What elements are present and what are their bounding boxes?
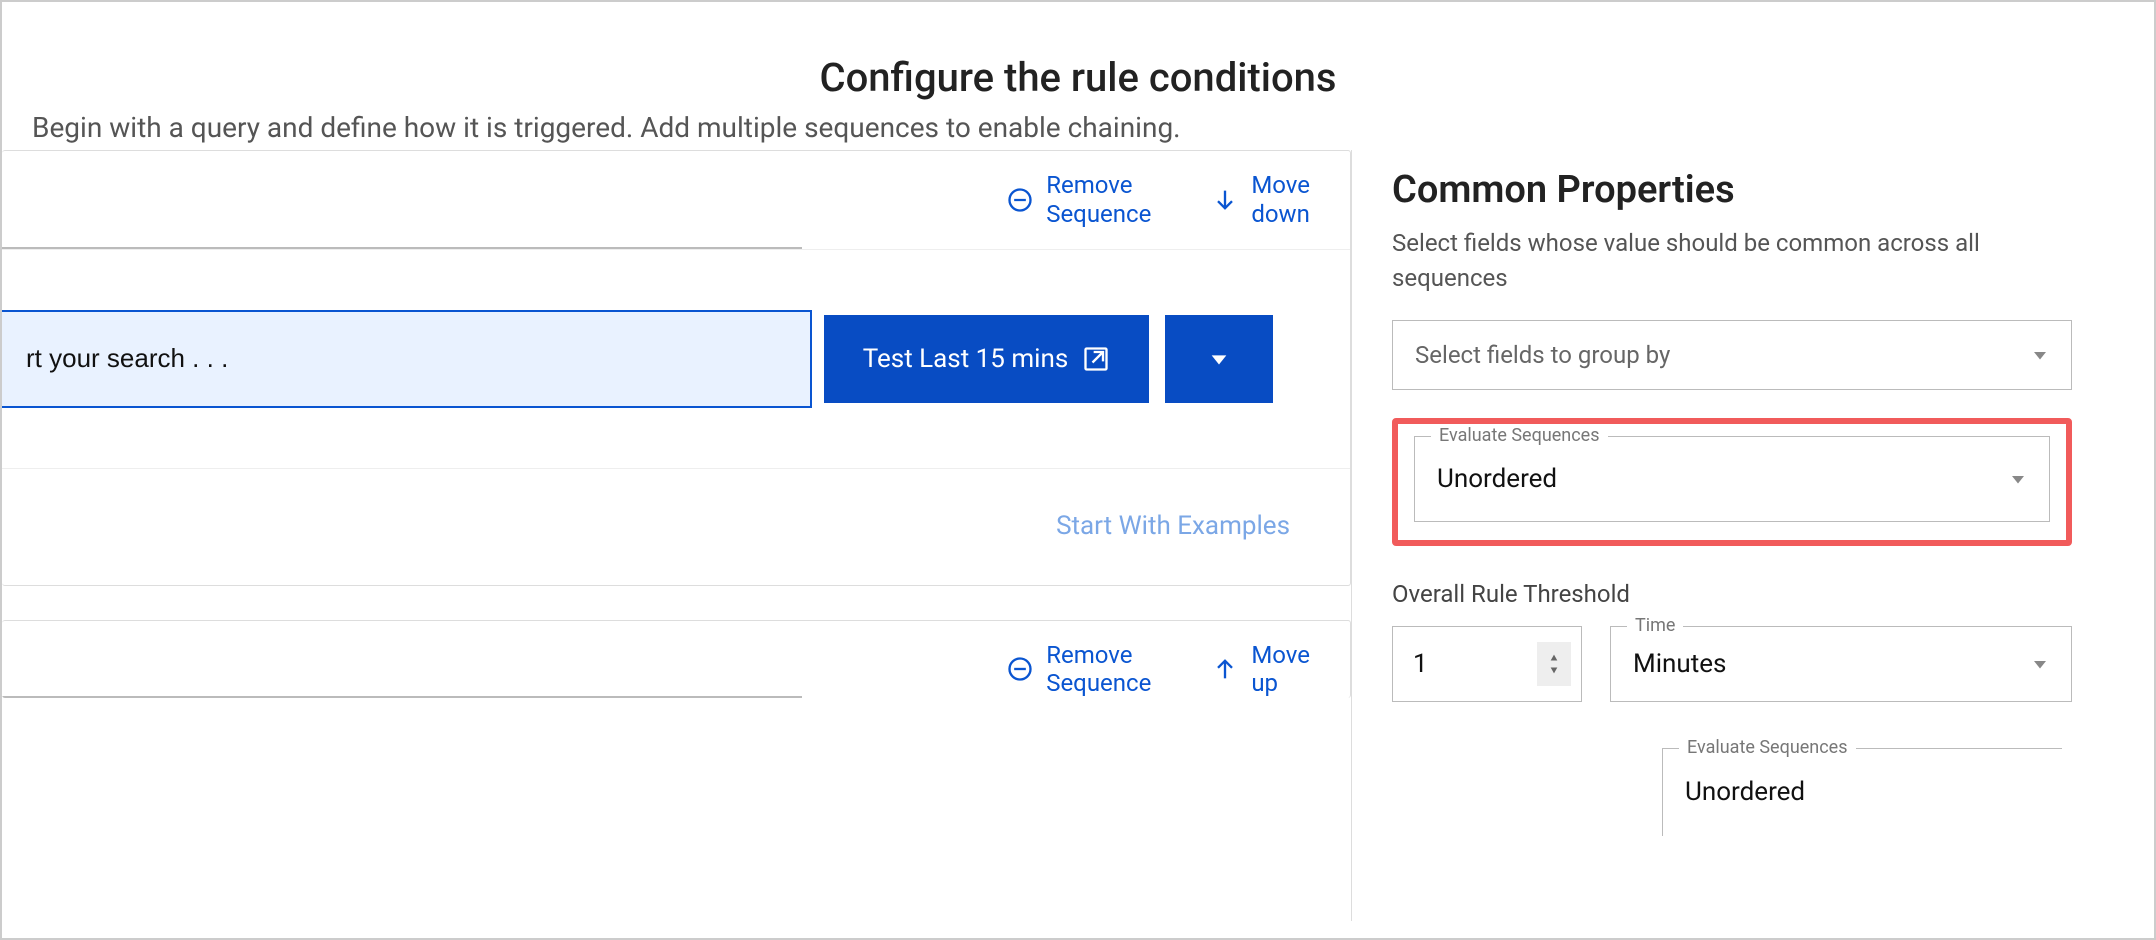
- evaluate-sequences-label: Evaluate Sequences: [1431, 425, 1608, 446]
- sequence-panel-1: Remove Sequence Move down Test Last 15 m…: [2, 150, 1351, 586]
- threshold-value: 1: [1413, 649, 1428, 679]
- sequence-panel-toolbar: Remove Sequence Move up: [2, 621, 1350, 699]
- arrow-up-icon: [1211, 655, 1239, 683]
- page-title: Configure the rule conditions: [2, 54, 2154, 101]
- time-unit-label: Time: [1627, 615, 1683, 636]
- remove-sequence-button[interactable]: Remove Sequence: [1006, 171, 1151, 229]
- remove-sequence-label: Remove Sequence: [1046, 171, 1151, 229]
- test-dropdown-button[interactable]: [1165, 315, 1273, 403]
- threshold-row: 1 Time Minutes: [1392, 626, 2072, 702]
- spinner-icon[interactable]: [1537, 642, 1571, 686]
- evaluate-sequences-callout-value: Unordered: [1685, 777, 1805, 807]
- move-up-button[interactable]: Move up: [1211, 641, 1310, 699]
- threshold-input[interactable]: 1: [1392, 626, 1582, 702]
- sequence-panel-body: Test Last 15 mins Start With Exam: [2, 249, 1350, 585]
- underline-decor: [2, 696, 802, 698]
- page-subtitle: Begin with a query and define how it is …: [2, 111, 2154, 144]
- common-properties-heading: Common Properties: [1392, 168, 2072, 212]
- evaluate-sequences-value: Unordered: [1437, 464, 1557, 494]
- evaluate-sequences-callout-select[interactable]: Evaluate Sequences Unordered: [1662, 748, 2062, 836]
- remove-sequence-button[interactable]: Remove Sequence: [1006, 641, 1151, 699]
- test-button-label: Test Last 15 mins: [863, 344, 1069, 374]
- page-content: Remove Sequence Move down Test Last 15 m…: [2, 150, 2154, 921]
- caret-down-icon: [2031, 346, 2049, 364]
- page-frame: Configure the rule conditions Begin with…: [0, 0, 2156, 940]
- open-external-icon: [1082, 345, 1110, 373]
- threshold-label: Overall Rule Threshold: [1392, 580, 2072, 608]
- remove-sequence-label: Remove Sequence: [1046, 641, 1151, 699]
- group-by-placeholder: Select fields to group by: [1415, 341, 1670, 369]
- move-down-button[interactable]: Move down: [1211, 171, 1310, 229]
- page-header: Configure the rule conditions Begin with…: [2, 2, 2154, 144]
- remove-icon: [1006, 655, 1034, 683]
- caret-down-icon: [2031, 655, 2049, 673]
- evaluate-sequences-select[interactable]: Evaluate Sequences Unordered: [1414, 436, 2050, 522]
- sequence-panel-toolbar: Remove Sequence Move down: [2, 151, 1350, 249]
- caret-down-icon: [1208, 348, 1230, 370]
- underline-decor: [2, 247, 802, 249]
- move-up-label: Move up: [1251, 641, 1310, 699]
- common-properties-column: Common Properties Select fields whose va…: [1352, 150, 2112, 921]
- move-down-label: Move down: [1251, 171, 1310, 229]
- search-row: Test Last 15 mins: [2, 310, 1350, 408]
- sequences-column: Remove Sequence Move down Test Last 15 m…: [2, 150, 1352, 921]
- remove-icon: [1006, 186, 1034, 214]
- time-unit-value: Minutes: [1633, 649, 1726, 679]
- common-properties-desc: Select fields whose value should be comm…: [1392, 226, 2072, 296]
- caret-down-icon: [2009, 470, 2027, 488]
- start-with-examples-link[interactable]: Start With Examples: [1056, 511, 1290, 541]
- examples-row: Start With Examples: [2, 468, 1350, 585]
- group-by-select[interactable]: Select fields to group by: [1392, 320, 2072, 390]
- evaluate-sequences-callout-label: Evaluate Sequences: [1679, 737, 1856, 758]
- search-input[interactable]: [2, 310, 812, 408]
- sequence-panel-2: Remove Sequence Move up: [2, 620, 1351, 699]
- time-unit-select[interactable]: Time Minutes: [1610, 626, 2072, 702]
- evaluate-sequences-highlight: Evaluate Sequences Unordered: [1392, 418, 2072, 546]
- arrow-down-icon: [1211, 186, 1239, 214]
- evaluate-sequences-callout: Evaluate Sequences Unordered: [1662, 748, 2062, 836]
- test-button[interactable]: Test Last 15 mins: [824, 315, 1149, 403]
